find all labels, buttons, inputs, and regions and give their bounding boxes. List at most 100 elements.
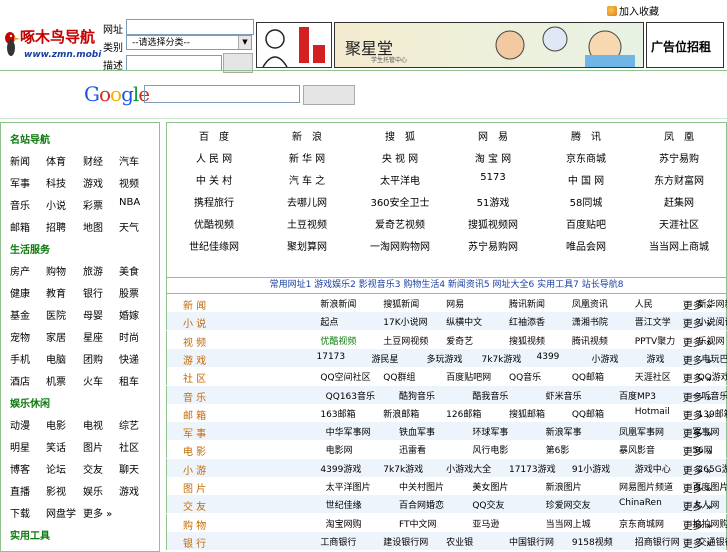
category-link[interactable]: 酷我音乐 bbox=[472, 389, 508, 402]
sidebar-link[interactable]: 团购 bbox=[83, 351, 103, 366]
category-link[interactable]: 潇湘书院 bbox=[572, 315, 608, 328]
category-link[interactable]: ChinaRen bbox=[619, 498, 662, 508]
sidebar-link[interactable]: 机票 bbox=[46, 373, 66, 388]
sidebar-link[interactable]: 电视 bbox=[83, 417, 103, 432]
category-link[interactable]: 爱奇艺 bbox=[446, 334, 473, 347]
category-link[interactable]: 7k7k游戏 bbox=[383, 462, 423, 475]
famous-site-link[interactable]: 一淘网购物网 bbox=[355, 238, 445, 253]
category-link[interactable]: 小游戏 bbox=[592, 352, 619, 365]
more-link[interactable]: 更多 » bbox=[683, 389, 712, 404]
category-link[interactable]: 4399游戏 bbox=[320, 462, 361, 475]
more-link[interactable]: 更多 » bbox=[683, 443, 712, 458]
category-link[interactable]: 126邮箱 bbox=[446, 407, 481, 420]
sidebar-link[interactable]: 美食 bbox=[119, 263, 139, 278]
category-link[interactable]: 土豆网视频 bbox=[383, 334, 428, 347]
sidebar-link[interactable]: 旅游 bbox=[83, 263, 103, 278]
category-link[interactable]: 游戏 bbox=[647, 352, 665, 365]
sidebar-link[interactable]: 家居 bbox=[46, 329, 66, 344]
category-link[interactable]: 起点 bbox=[320, 315, 338, 328]
category-label[interactable]: 军 事 bbox=[183, 425, 206, 440]
famous-site-link[interactable]: 腾 讯 bbox=[541, 128, 631, 143]
category-link[interactable]: 农业银 bbox=[446, 535, 473, 548]
famous-site-link[interactable]: 东方财富网 bbox=[634, 172, 724, 187]
sidebar-link[interactable]: 小说 bbox=[46, 197, 66, 212]
category-link[interactable]: 中华军事网 bbox=[326, 425, 371, 438]
category-link[interactable]: 当当网上城 bbox=[546, 517, 591, 530]
sidebar-link[interactable]: 娱乐 bbox=[83, 483, 103, 498]
category-link[interactable]: 游民星 bbox=[372, 352, 399, 365]
category-label[interactable]: 银 行 bbox=[183, 535, 206, 550]
famous-site-link[interactable]: 携程旅行 bbox=[169, 194, 259, 209]
sidebar-link[interactable]: 动漫 bbox=[10, 417, 30, 432]
more-link[interactable]: 更多 » bbox=[683, 462, 712, 477]
famous-site-link[interactable]: 京东商城 bbox=[541, 150, 631, 165]
famous-site-link[interactable]: 51游戏 bbox=[448, 194, 538, 209]
category-link[interactable]: QQ邮箱 bbox=[572, 370, 604, 383]
category-link[interactable]: 凤凰军事网 bbox=[619, 425, 664, 438]
famous-site-link[interactable]: 汽 车 之 bbox=[262, 172, 352, 187]
sidebar-link[interactable]: 银行 bbox=[83, 285, 103, 300]
category-link[interactable]: 优酷视频 bbox=[320, 334, 356, 347]
more-link[interactable]: 更多 » bbox=[683, 425, 712, 440]
sidebar-link[interactable]: 科技 bbox=[46, 175, 66, 190]
add-favorite-link[interactable]: 加入收藏 bbox=[607, 3, 659, 18]
sidebar-link[interactable]: 交友 bbox=[83, 461, 103, 476]
sidebar-link[interactable]: 招聘 bbox=[46, 219, 66, 234]
category-link[interactable]: 人民 bbox=[635, 297, 653, 310]
category-link[interactable]: 中关村图片 bbox=[399, 480, 444, 493]
category-link[interactable]: 网易图片频道 bbox=[619, 480, 673, 493]
category-link[interactable]: 网易 bbox=[446, 297, 464, 310]
sidebar-link[interactable]: 火车 bbox=[83, 373, 103, 388]
sidebar-link[interactable]: 社区 bbox=[119, 439, 139, 454]
sidebar-link[interactable]: 游戏 bbox=[83, 175, 103, 190]
category-label[interactable]: 小 游 bbox=[183, 462, 206, 477]
category-link[interactable]: FT中文网 bbox=[399, 517, 437, 530]
category-link[interactable]: 多玩游戏 bbox=[427, 352, 463, 365]
google-search-input[interactable] bbox=[144, 85, 300, 103]
category-link[interactable]: 4399 bbox=[537, 352, 560, 362]
famous-site-link[interactable]: 5173 bbox=[448, 172, 538, 183]
sidebar-link[interactable]: 影视 bbox=[46, 483, 66, 498]
famous-site-link[interactable]: 太平洋电 bbox=[355, 172, 445, 187]
description-input[interactable] bbox=[126, 55, 222, 71]
category-link[interactable]: 中国银行网 bbox=[509, 535, 554, 548]
google-search-button[interactable] bbox=[303, 85, 355, 105]
category-link[interactable]: 9158视频 bbox=[572, 535, 613, 548]
category-link[interactable]: 凤凰资讯 bbox=[572, 297, 608, 310]
sidebar-link[interactable]: 教育 bbox=[46, 285, 66, 300]
category-link[interactable]: 珍爱网交友 bbox=[546, 498, 591, 511]
category-link[interactable]: 淘宝网购 bbox=[326, 517, 362, 530]
more-link[interactable]: 更多 » bbox=[683, 370, 712, 385]
category-link[interactable]: 红袖添香 bbox=[509, 315, 545, 328]
category-link[interactable]: 美女图片 bbox=[472, 480, 508, 493]
category-link[interactable]: 亚马逊 bbox=[472, 517, 499, 530]
category-link[interactable]: 太平洋图片 bbox=[326, 480, 371, 493]
sidebar-link[interactable]: 图片 bbox=[83, 439, 103, 454]
category-link[interactable]: 163邮箱 bbox=[320, 407, 355, 420]
sidebar-link[interactable]: 直播 bbox=[10, 483, 30, 498]
category-link[interactable]: QQ163音乐 bbox=[326, 389, 375, 402]
sidebar-link[interactable]: 下载 bbox=[10, 505, 30, 520]
category-link[interactable]: 铁血军事 bbox=[399, 425, 435, 438]
sidebar-link[interactable]: 综艺 bbox=[119, 417, 139, 432]
famous-site-link[interactable]: 央 视 网 bbox=[355, 150, 445, 165]
category-link[interactable]: 百度MP3 bbox=[619, 389, 656, 402]
category-label[interactable]: 新 闻 bbox=[183, 297, 206, 312]
category-link[interactable]: 91小游戏 bbox=[572, 462, 610, 475]
sidebar-link[interactable]: 电影 bbox=[46, 417, 66, 432]
famous-site-link[interactable]: 百度贴吧 bbox=[541, 216, 631, 231]
sidebar-link[interactable]: 手机 bbox=[10, 351, 30, 366]
category-label[interactable]: 视 频 bbox=[183, 334, 206, 349]
sidebar-link[interactable]: 游戏 bbox=[119, 483, 139, 498]
category-link[interactable]: 百度贴吧网 bbox=[446, 370, 491, 383]
famous-site-link[interactable]: 搜狐视频网 bbox=[448, 216, 538, 231]
category-link[interactable]: 小游戏大全 bbox=[446, 462, 491, 475]
category-link[interactable]: QQ邮箱 bbox=[572, 407, 604, 420]
category-link[interactable]: 17K小说网 bbox=[383, 315, 427, 328]
category-link[interactable]: 新浪邮箱 bbox=[383, 407, 419, 420]
sidebar-link[interactable]: 股票 bbox=[119, 285, 139, 300]
famous-site-link[interactable]: 网 易 bbox=[448, 128, 538, 143]
more-link[interactable]: 更多 » bbox=[683, 315, 712, 330]
sidebar-link[interactable]: 母婴 bbox=[83, 307, 103, 322]
ad-banner-jxt[interactable]: 聚星堂 学生托管中心 bbox=[334, 22, 644, 68]
